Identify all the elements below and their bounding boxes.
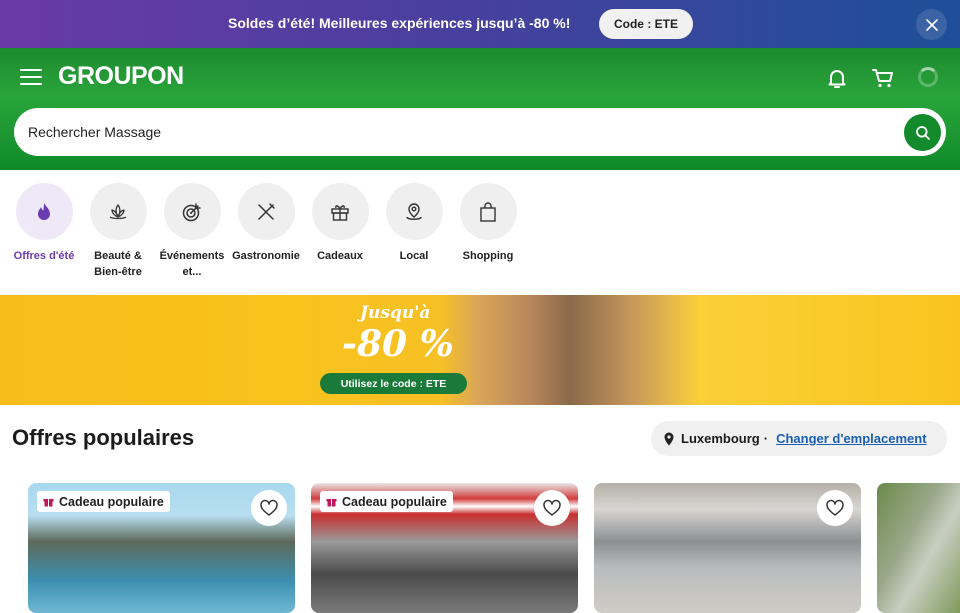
search-bar: [14, 108, 946, 156]
category-label: Shopping: [462, 250, 514, 262]
category-nav: Offres d'été Beauté & Bien-être Événemen…: [0, 170, 960, 295]
category-local[interactable]: Local: [379, 183, 449, 264]
promo-text: Soldes d’été! Meilleures expériences jus…: [228, 15, 571, 31]
category-label: Local: [399, 250, 429, 262]
location-pin-icon: [664, 432, 674, 445]
cart-icon[interactable]: [870, 65, 896, 91]
card-badge-text: Cadeau populaire: [59, 494, 164, 509]
deal-card[interactable]: [594, 483, 861, 613]
category-gastronomie[interactable]: Gastronomie: [231, 183, 301, 264]
search-button[interactable]: [904, 114, 941, 151]
promo-bar: Soldes d’été! Meilleures expériences jus…: [0, 0, 960, 48]
location-city: Luxembourg: [681, 431, 760, 446]
banner-heading: Jusqu'à: [360, 303, 431, 323]
lotus-icon: [109, 203, 127, 219]
promo-close-button[interactable]: [916, 9, 947, 40]
category-label: Offres d'été: [13, 250, 75, 262]
favorite-button[interactable]: [534, 490, 570, 526]
category-evenements[interactable]: Événements et...: [157, 183, 227, 280]
heart-icon: [260, 499, 278, 516]
bell-icon[interactable]: [824, 65, 850, 91]
category-offres-ete[interactable]: Offres d'été: [9, 183, 79, 264]
category-beaute[interactable]: Beauté & Bien-être: [83, 183, 153, 280]
promo-banner[interactable]: Jusqu'à -80 % Utilisez le code : ETE: [0, 295, 960, 405]
category-shopping[interactable]: Shopping: [453, 183, 523, 264]
heart-icon: [826, 499, 844, 516]
flame-icon: [38, 202, 50, 220]
target-icon: [182, 202, 201, 221]
close-icon: [925, 18, 938, 31]
section-title: Offres populaires: [12, 425, 195, 450]
deal-card[interactable]: [877, 483, 960, 613]
groupon-logo[interactable]: GROUPON: [58, 62, 184, 91]
deal-card[interactable]: Cadeau populaire: [311, 483, 578, 613]
location-selector: Luxembourg · Changer d'emplacement: [651, 421, 947, 456]
category-label: Cadeaux: [317, 250, 363, 262]
promo-code-button[interactable]: Code : ETE: [599, 9, 693, 39]
favorite-button[interactable]: [251, 490, 287, 526]
hamburger-icon[interactable]: [18, 67, 44, 87]
location-separator: ·: [763, 431, 769, 446]
gift-icon: [326, 499, 337, 507]
change-location-link[interactable]: Changer d'emplacement: [776, 431, 926, 446]
loading-spinner-icon: [918, 67, 938, 87]
banner-code-pill: Utilisez le code : ETE: [320, 373, 467, 394]
card-badge: Cadeau populaire: [320, 491, 453, 512]
utensils-icon: [258, 202, 275, 220]
card-badge: Cadeau populaire: [37, 491, 170, 512]
banner-discount: -80 %: [342, 323, 454, 365]
gift-icon: [43, 499, 54, 507]
card-badge-text: Cadeau populaire: [342, 494, 447, 509]
category-label: Événements et...: [159, 250, 225, 278]
search-input[interactable]: [28, 108, 888, 156]
category-label: Beauté & Bien-être: [94, 250, 142, 278]
shopping-bag-icon: [480, 201, 496, 222]
header: GROUPON: [0, 48, 960, 170]
category-cadeaux[interactable]: Cadeaux: [305, 183, 375, 264]
category-label: Gastronomie: [232, 250, 300, 262]
favorite-button[interactable]: [817, 490, 853, 526]
heart-icon: [543, 499, 561, 516]
gift-icon: [331, 204, 349, 221]
banner-carousel-photo: [440, 295, 700, 405]
search-icon: [915, 125, 930, 140]
deal-card[interactable]: Cadeau populaire: [28, 483, 295, 613]
map-pin-icon: [406, 202, 422, 220]
